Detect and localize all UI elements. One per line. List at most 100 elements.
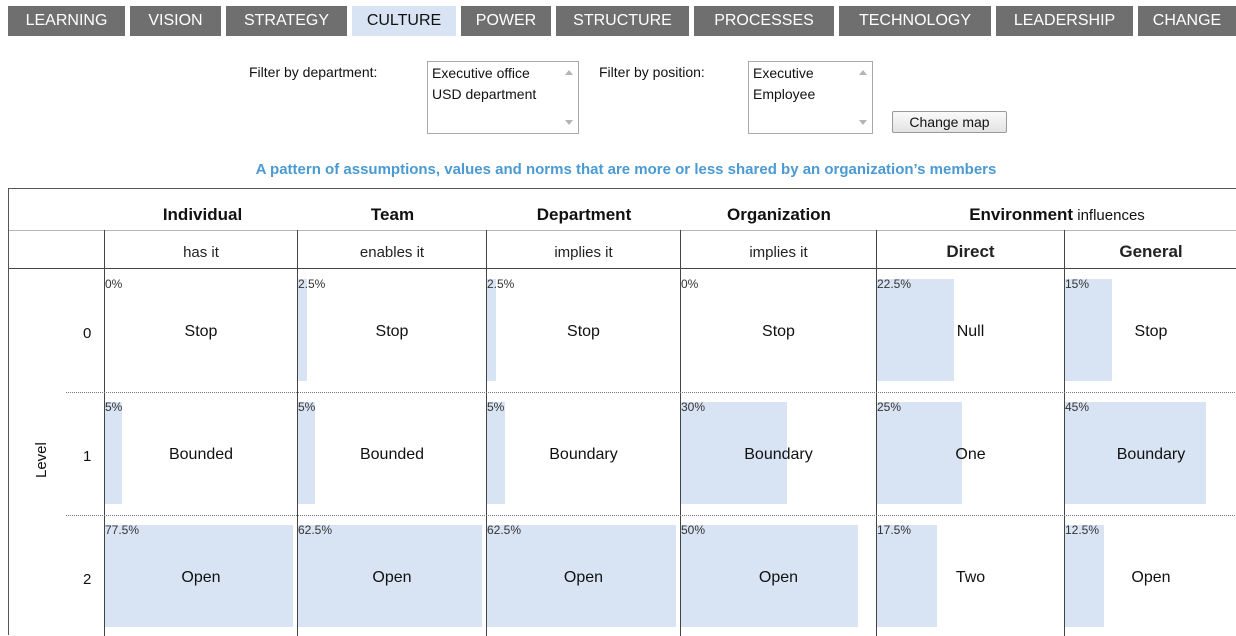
scroll-up-icon[interactable]	[859, 70, 867, 75]
tab-learning[interactable]: LEARNING	[8, 6, 125, 36]
tab-technology[interactable]: TECHNOLOGY	[839, 6, 991, 36]
cell-team-level-2: 62.5% Open	[298, 523, 486, 627]
percentage-label: 62.5%	[487, 523, 522, 537]
percentage-label: 50%	[681, 523, 706, 537]
subheader-divider	[9, 268, 1236, 269]
position-listbox[interactable]: Executive Employee	[748, 61, 873, 134]
percentage-label: 0%	[681, 277, 699, 291]
percentage-label: 22.5%	[877, 277, 912, 291]
cell-general-level-0: 15% Stop	[1065, 277, 1236, 381]
cell-value: Open	[181, 569, 221, 586]
column-header-environment: Environment influences	[877, 205, 1236, 225]
cell-value: Stop	[762, 323, 795, 340]
tab-power[interactable]: POWER	[461, 6, 551, 36]
cell-department-level-0: 2.5% Stop	[487, 277, 680, 381]
percentage-label: 2.5%	[298, 277, 326, 291]
cell-value: Open	[1131, 569, 1171, 586]
percentage-label: 12.5%	[1065, 523, 1100, 537]
cell-value: Open	[758, 569, 799, 586]
percentage-label: 0%	[105, 277, 123, 291]
cell-general-level-1: 45% Boundary	[1065, 400, 1236, 504]
column-header-team: Team	[370, 205, 415, 224]
level-number: 0	[83, 325, 92, 342]
percentage-label: 5%	[298, 400, 316, 414]
column-subheader-direct: Direct	[946, 242, 995, 261]
department-filter-label: Filter by department:	[249, 64, 378, 80]
cell-value: Bounded	[168, 446, 234, 463]
cell-value: Stop	[184, 323, 218, 340]
column-subheader-department: implies it	[554, 244, 613, 261]
cell-department-level-1: 5% Boundary	[487, 400, 680, 504]
culture-table: Individual Team Department Organization …	[8, 188, 1236, 636]
cell-individual-level-0: 0% Stop	[105, 277, 297, 381]
cell-team-level-0: 2.5% Stop	[298, 277, 486, 381]
column-header-organization: Organization	[727, 205, 831, 224]
cell-department-level-2: 62.5% Open	[487, 523, 680, 627]
cell-organization-level-2: 50% Open	[681, 523, 876, 627]
percentage-label: 77.5%	[105, 523, 140, 537]
cell-value: Stop	[567, 323, 600, 340]
cell-direct-level-1: 25% One	[877, 400, 1064, 504]
column-subheader-general: General	[1119, 242, 1183, 261]
environment-label: Environment	[969, 205, 1074, 224]
cell-value: Two	[955, 569, 986, 586]
cell-value: Stop	[375, 323, 409, 340]
scroll-down-icon[interactable]	[565, 120, 573, 125]
cell-value: Boundary	[549, 446, 618, 463]
level-number: 2	[83, 571, 92, 588]
cell-value: Open	[372, 569, 412, 586]
cell-value: Boundary	[744, 446, 813, 463]
cell-value: Bounded	[359, 446, 425, 463]
percentage-label: 45%	[1065, 400, 1090, 414]
column-subheader-team: enables it	[359, 244, 425, 261]
tab-processes[interactable]: PROCESSES	[694, 6, 834, 36]
tab-leadership[interactable]: LEADERSHIP	[996, 6, 1133, 36]
tab-change[interactable]: CHANGE	[1138, 6, 1236, 36]
cell-value: Null	[956, 323, 985, 340]
page-subtitle: A pattern of assumptions, values and nor…	[255, 161, 997, 178]
percentage-label: 17.5%	[877, 523, 912, 537]
department-option[interactable]: USD department	[432, 86, 536, 102]
cell-value: One	[955, 446, 986, 463]
department-scrollbar[interactable]	[561, 62, 578, 133]
header-divider	[9, 230, 1236, 231]
percentage-label: 2.5%	[487, 277, 515, 291]
column-header-individual: Individual	[162, 205, 243, 224]
department-listbox[interactable]: Executive office USD department	[427, 61, 579, 134]
cell-organization-level-1: 30% Boundary	[681, 400, 876, 504]
cell-team-level-1: 5% Bounded	[298, 400, 486, 504]
cell-direct-level-2: 17.5% Two	[877, 523, 1064, 627]
tab-structure[interactable]: STRUCTURE	[556, 6, 689, 36]
tab-culture[interactable]: CULTURE	[352, 6, 456, 36]
percentage-label: 62.5%	[298, 523, 333, 537]
cell-individual-level-2: 77.5% Open	[105, 523, 297, 627]
change-map-button[interactable]: Change map	[892, 111, 1007, 133]
cell-individual-level-1: 5% Bounded	[105, 400, 297, 504]
column-subheader-organization: implies it	[749, 244, 808, 261]
percentage-label: 15%	[1065, 277, 1090, 291]
column-header-department: Department	[536, 205, 632, 224]
environment-suffix: influences	[1073, 207, 1145, 224]
cell-value: Stop	[1134, 323, 1168, 340]
scroll-down-icon[interactable]	[859, 120, 867, 125]
tab-vision[interactable]: VISION	[130, 6, 221, 36]
cell-organization-level-0: 0% Stop	[681, 277, 876, 381]
position-filter-label: Filter by position:	[599, 64, 705, 80]
level-axis-label: Level	[33, 442, 50, 478]
cell-direct-level-0: 22.5% Null	[877, 277, 1064, 381]
cell-value: Boundary	[1116, 446, 1186, 463]
position-option[interactable]: Executive	[753, 65, 814, 81]
percentage-label: 25%	[877, 400, 902, 414]
row-divider	[66, 392, 1236, 393]
percentage-label: 30%	[681, 400, 706, 414]
column-subheader-individual: has it	[183, 244, 219, 261]
scroll-up-icon[interactable]	[565, 70, 573, 75]
department-option[interactable]: Executive office	[432, 65, 530, 81]
percentage-label: 5%	[105, 400, 123, 414]
position-option[interactable]: Employee	[753, 86, 815, 102]
tab-strategy[interactable]: STRATEGY	[226, 6, 347, 36]
position-scrollbar[interactable]	[855, 62, 872, 133]
level-number: 1	[83, 448, 92, 465]
percentage-label: 5%	[487, 400, 505, 414]
cell-value: Open	[563, 569, 604, 586]
